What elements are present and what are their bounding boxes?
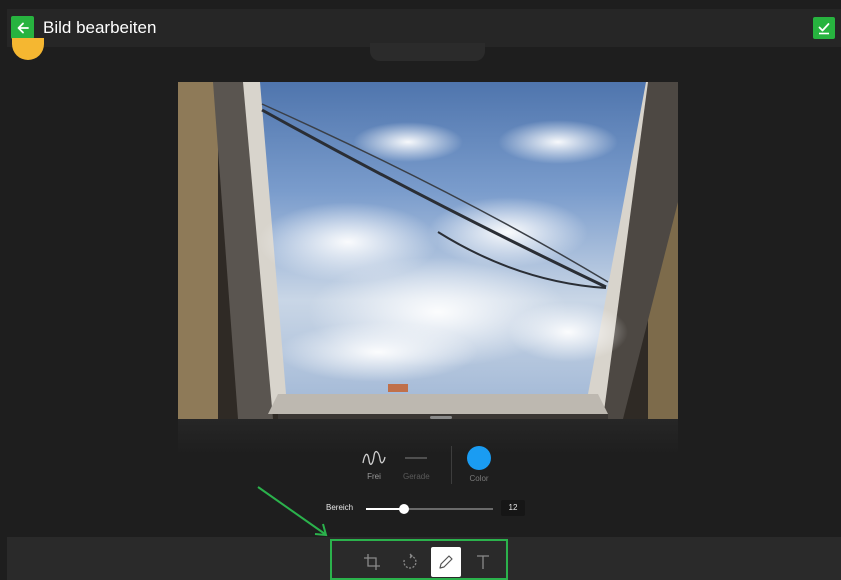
skylight-photo-image [178, 82, 678, 419]
color-swatch [467, 446, 491, 470]
text-tool-button[interactable] [468, 547, 498, 577]
color-option[interactable]: Color [467, 446, 491, 483]
straight-line-icon [405, 457, 428, 459]
crop-tool-button[interactable] [357, 547, 387, 577]
draw-tool-button[interactable] [431, 547, 461, 577]
rotate-tool-button[interactable] [395, 547, 425, 577]
options-divider [451, 446, 452, 484]
page-title: Bild bearbeiten [43, 18, 157, 37]
freehand-label: Frei [367, 472, 381, 481]
user-avatar-dot [12, 38, 44, 60]
color-label: Color [469, 474, 489, 483]
back-button[interactable] [11, 16, 34, 39]
top-handle-pill [370, 43, 485, 61]
brush-size-slider[interactable] [366, 504, 493, 514]
slider-value-box[interactable]: 12 [501, 500, 525, 516]
freehand-option[interactable]: Frei [361, 450, 387, 481]
freehand-wave-icon [362, 450, 386, 466]
pencil-icon [439, 555, 453, 569]
rotate-icon [403, 553, 417, 569]
annotation-arrow [257, 486, 328, 537]
straight-option[interactable]: Gerade [403, 450, 430, 481]
top-app-bar: Bild bearbeiten [7, 9, 841, 47]
confirm-button[interactable] [813, 17, 835, 39]
brush-size-slider-row: Bereich 12 [326, 500, 536, 518]
edited-photo[interactable] [178, 82, 678, 419]
crop-icon [364, 554, 380, 570]
straight-label: Gerade [403, 472, 430, 481]
arrow-left-icon [17, 22, 29, 33]
checkmark-icon [818, 23, 830, 35]
text-icon [477, 555, 489, 569]
slider-thumb[interactable] [399, 504, 410, 514]
